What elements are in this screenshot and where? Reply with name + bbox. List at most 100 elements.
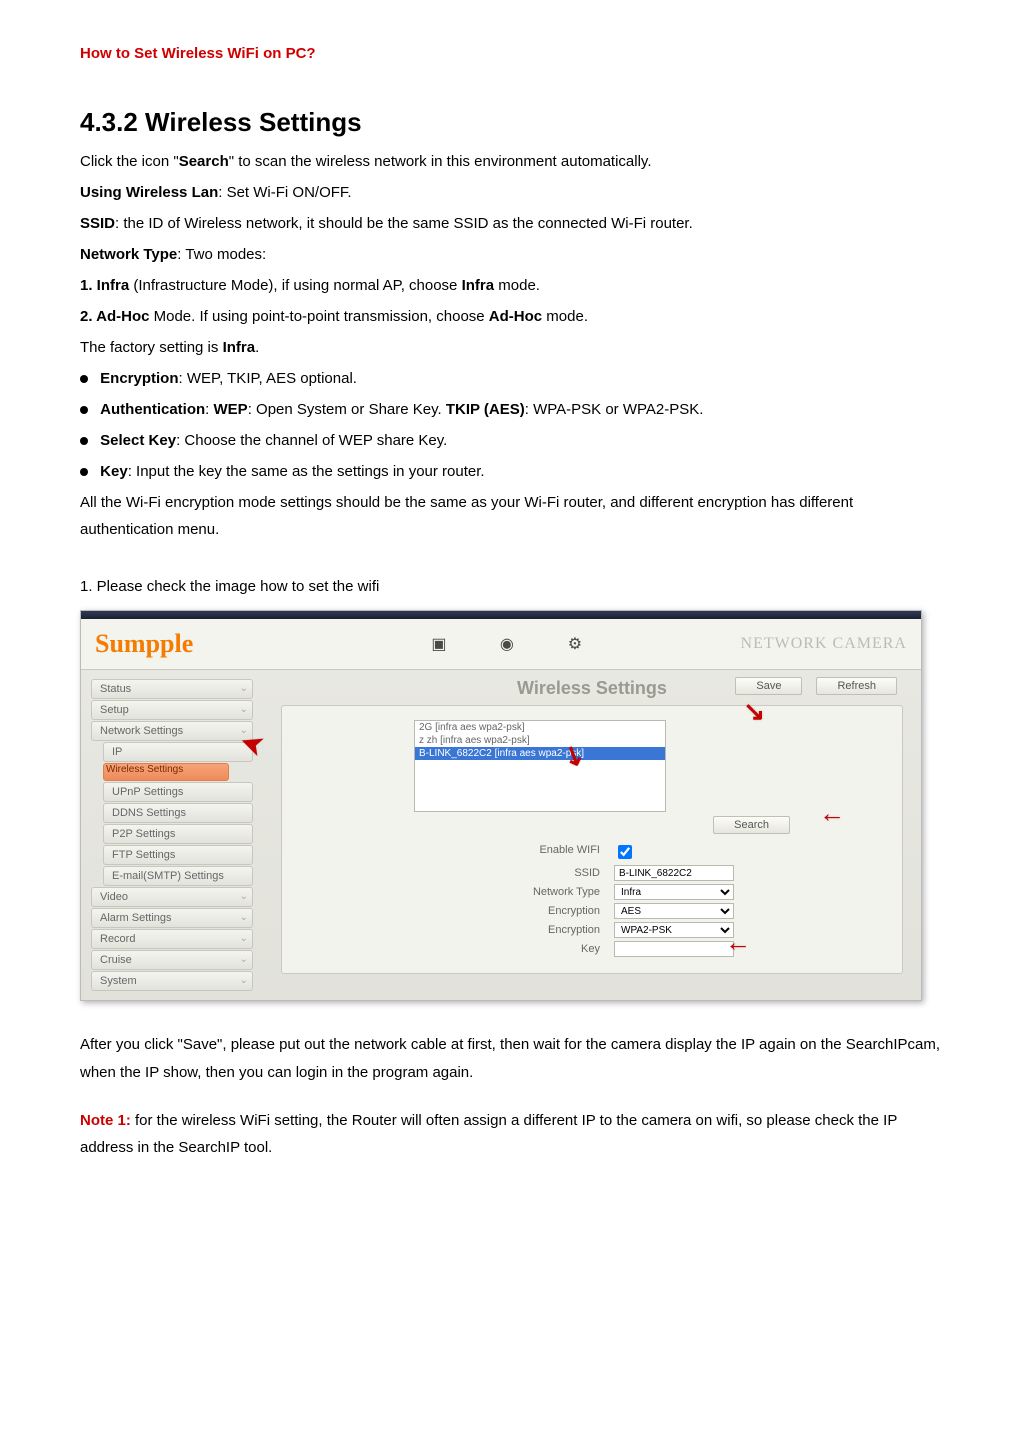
word: Ad-Hoc bbox=[489, 308, 542, 325]
text: : bbox=[205, 401, 213, 418]
sidebar-item-system[interactable]: System⌄ bbox=[91, 971, 253, 991]
refresh-button[interactable]: Refresh bbox=[816, 677, 897, 695]
text: Mode. If using point-to-point transmissi… bbox=[149, 308, 488, 325]
sidebar-item-network[interactable]: Network Settings⌄ bbox=[91, 721, 253, 741]
network-type-label: Network Type bbox=[430, 884, 600, 900]
intro-network-type: Network Type: Two modes: bbox=[80, 241, 940, 268]
label: Status bbox=[100, 683, 131, 695]
wifi-form: Enable WIFI SSID Network Type Infra Encr… bbox=[294, 842, 890, 957]
encryption-select[interactable]: AES bbox=[614, 903, 734, 919]
wifi-scan-list[interactable]: 2G [infra aes wpa2-psk] z zh [infra aes … bbox=[414, 720, 666, 812]
section-heading: 4.3.2 Wireless Settings bbox=[80, 107, 940, 138]
sidebar-item-smtp[interactable]: E-mail(SMTP) Settings bbox=[103, 866, 253, 886]
sidebar-item-ip[interactable]: IP bbox=[103, 742, 253, 762]
text: : Two modes: bbox=[177, 246, 266, 263]
sidebar-item-cruise[interactable]: Cruise⌄ bbox=[91, 950, 253, 970]
encryption-label: Encryption bbox=[430, 903, 600, 919]
bullet-icon bbox=[80, 437, 88, 445]
label: IP bbox=[112, 746, 122, 758]
network-type-select[interactable]: Infra bbox=[614, 884, 734, 900]
label: Setup bbox=[100, 704, 129, 716]
note-text: for the wireless WiFi setting, the Route… bbox=[80, 1112, 897, 1157]
label: FTP Settings bbox=[112, 849, 175, 861]
text: The factory setting is bbox=[80, 339, 223, 356]
sidebar-item-p2p[interactable]: P2P Settings bbox=[103, 824, 253, 844]
sidebar-item-alarm[interactable]: Alarm Settings⌄ bbox=[91, 908, 253, 928]
label: Alarm Settings bbox=[100, 912, 172, 924]
ssid-label: SSID bbox=[430, 865, 600, 881]
text: : Set Wi-Fi ON/OFF. bbox=[218, 184, 351, 201]
label: SSID bbox=[80, 215, 115, 232]
label: Video bbox=[100, 891, 128, 903]
text: (Infrastructure Mode), if using normal A… bbox=[129, 277, 461, 294]
mode-adhoc: 2. Ad-Hoc Mode. If using point-to-point … bbox=[80, 303, 940, 330]
app-header: Sumpple ▣ ◉ ⚙ NETWORK CAMERA bbox=[81, 619, 921, 670]
label: Select Key bbox=[100, 432, 176, 449]
bullet-key: Key: Input the key the same as the setti… bbox=[80, 458, 940, 485]
sidebar-item-setup[interactable]: Setup ⌄ bbox=[91, 700, 253, 720]
bullet-authentication: Authentication: WEP: Open System or Shar… bbox=[80, 396, 940, 423]
scan-item[interactable]: z zh [infra aes wpa2-psk] bbox=[415, 734, 665, 747]
encryption2-select[interactable]: WPA2-PSK bbox=[614, 922, 734, 938]
page-question-title: How to Set Wireless WiFi on PC? bbox=[80, 40, 940, 67]
key-input[interactable] bbox=[614, 941, 734, 957]
intro-ssid: SSID: the ID of Wireless network, it sho… bbox=[80, 210, 940, 237]
label: Wireless Settings bbox=[106, 764, 183, 775]
label: System bbox=[100, 975, 137, 987]
bullet-icon bbox=[80, 406, 88, 414]
scan-item[interactable]: 2G [infra aes wpa2-psk] bbox=[415, 721, 665, 734]
text: : WEP, TKIP, AES optional. bbox=[179, 370, 357, 387]
header-icons: ▣ ◉ ⚙ bbox=[429, 634, 585, 654]
play-icon[interactable]: ◉ bbox=[497, 634, 517, 654]
sidebar-item-upnp[interactable]: UPnP Settings bbox=[103, 782, 253, 802]
sidebar-item-ftp[interactable]: FTP Settings bbox=[103, 845, 253, 865]
text: : Open System or Share Key. bbox=[248, 401, 446, 418]
sidebar: Status⌄ Setup⌄ Network Settings⌄ IP Wire… bbox=[81, 670, 263, 1000]
sidebar-item-record[interactable]: Record⌄ bbox=[91, 929, 253, 949]
text: . bbox=[255, 339, 259, 356]
camera-icon[interactable]: ▣ bbox=[429, 634, 449, 654]
wep: WEP bbox=[214, 401, 248, 418]
note-label: Note 1: bbox=[80, 1112, 131, 1129]
tkip-aes: TKIP (AES) bbox=[446, 401, 525, 418]
panel-box: 2G [infra aes wpa2-psk] z zh [infra aes … bbox=[281, 705, 903, 974]
closing-paragraph: All the Wi-Fi encryption mode settings s… bbox=[80, 489, 940, 543]
chevron-icon: ⌄ bbox=[240, 954, 248, 965]
app-body: Status⌄ Setup⌄ Network Settings⌄ IP Wire… bbox=[81, 670, 921, 1000]
label: 1. Infra bbox=[80, 277, 129, 294]
sidebar-item-wireless[interactable]: Wireless Settings bbox=[103, 763, 229, 781]
intro-line-search: Click the icon "Search" to scan the wire… bbox=[80, 148, 940, 175]
label: DDNS Settings bbox=[112, 807, 186, 819]
bullet-encryption: Encryption: WEP, TKIP, AES optional. bbox=[80, 365, 940, 392]
word: Infra bbox=[223, 339, 256, 356]
label: P2P Settings bbox=[112, 828, 175, 840]
chevron-icon: ⌄ bbox=[240, 704, 248, 715]
factory-setting: The factory setting is Infra. bbox=[80, 334, 940, 361]
enable-wifi-label: Enable WIFI bbox=[430, 842, 600, 862]
wifi-settings-screenshot: Sumpple ▣ ◉ ⚙ NETWORK CAMERA Status⌄ Set… bbox=[80, 610, 922, 1001]
sidebar-item-video[interactable]: Video ⌄ bbox=[91, 887, 253, 907]
search-word: Search bbox=[179, 153, 229, 170]
step-1-label: 1. Please check the image how to set the… bbox=[80, 573, 940, 600]
intro-using-lan: Using Wireless Lan: Set Wi-Fi ON/OFF. bbox=[80, 179, 940, 206]
label: Network Settings bbox=[100, 725, 183, 737]
label: Encryption bbox=[100, 370, 178, 387]
sidebar-item-status[interactable]: Status⌄ bbox=[91, 679, 253, 699]
bullet-icon bbox=[80, 468, 88, 476]
chevron-icon: ⌄ bbox=[240, 933, 248, 944]
top-buttons: Save Refresh bbox=[735, 677, 897, 695]
text: " to scan the wireless network in this e… bbox=[229, 153, 652, 170]
text: : Input the key the same as the settings… bbox=[128, 463, 485, 480]
text: Click the icon " bbox=[80, 153, 179, 170]
save-button[interactable]: Save bbox=[735, 677, 802, 695]
ssid-input[interactable] bbox=[614, 865, 734, 881]
sidebar-item-ddns[interactable]: DDNS Settings bbox=[103, 803, 253, 823]
chevron-icon: ⌄ bbox=[240, 891, 248, 902]
enable-wifi-checkbox[interactable] bbox=[618, 845, 632, 859]
label: Using Wireless Lan bbox=[80, 184, 218, 201]
gear-icon[interactable]: ⚙ bbox=[565, 634, 585, 654]
label: UPnP Settings bbox=[112, 786, 183, 798]
search-button[interactable]: Search bbox=[713, 816, 790, 834]
scan-item-selected[interactable]: B-LINK_6822C2 [infra aes wpa2-psk] bbox=[415, 747, 665, 760]
main-panel: Wireless Settings Save Refresh 2G [infra… bbox=[263, 670, 921, 1000]
